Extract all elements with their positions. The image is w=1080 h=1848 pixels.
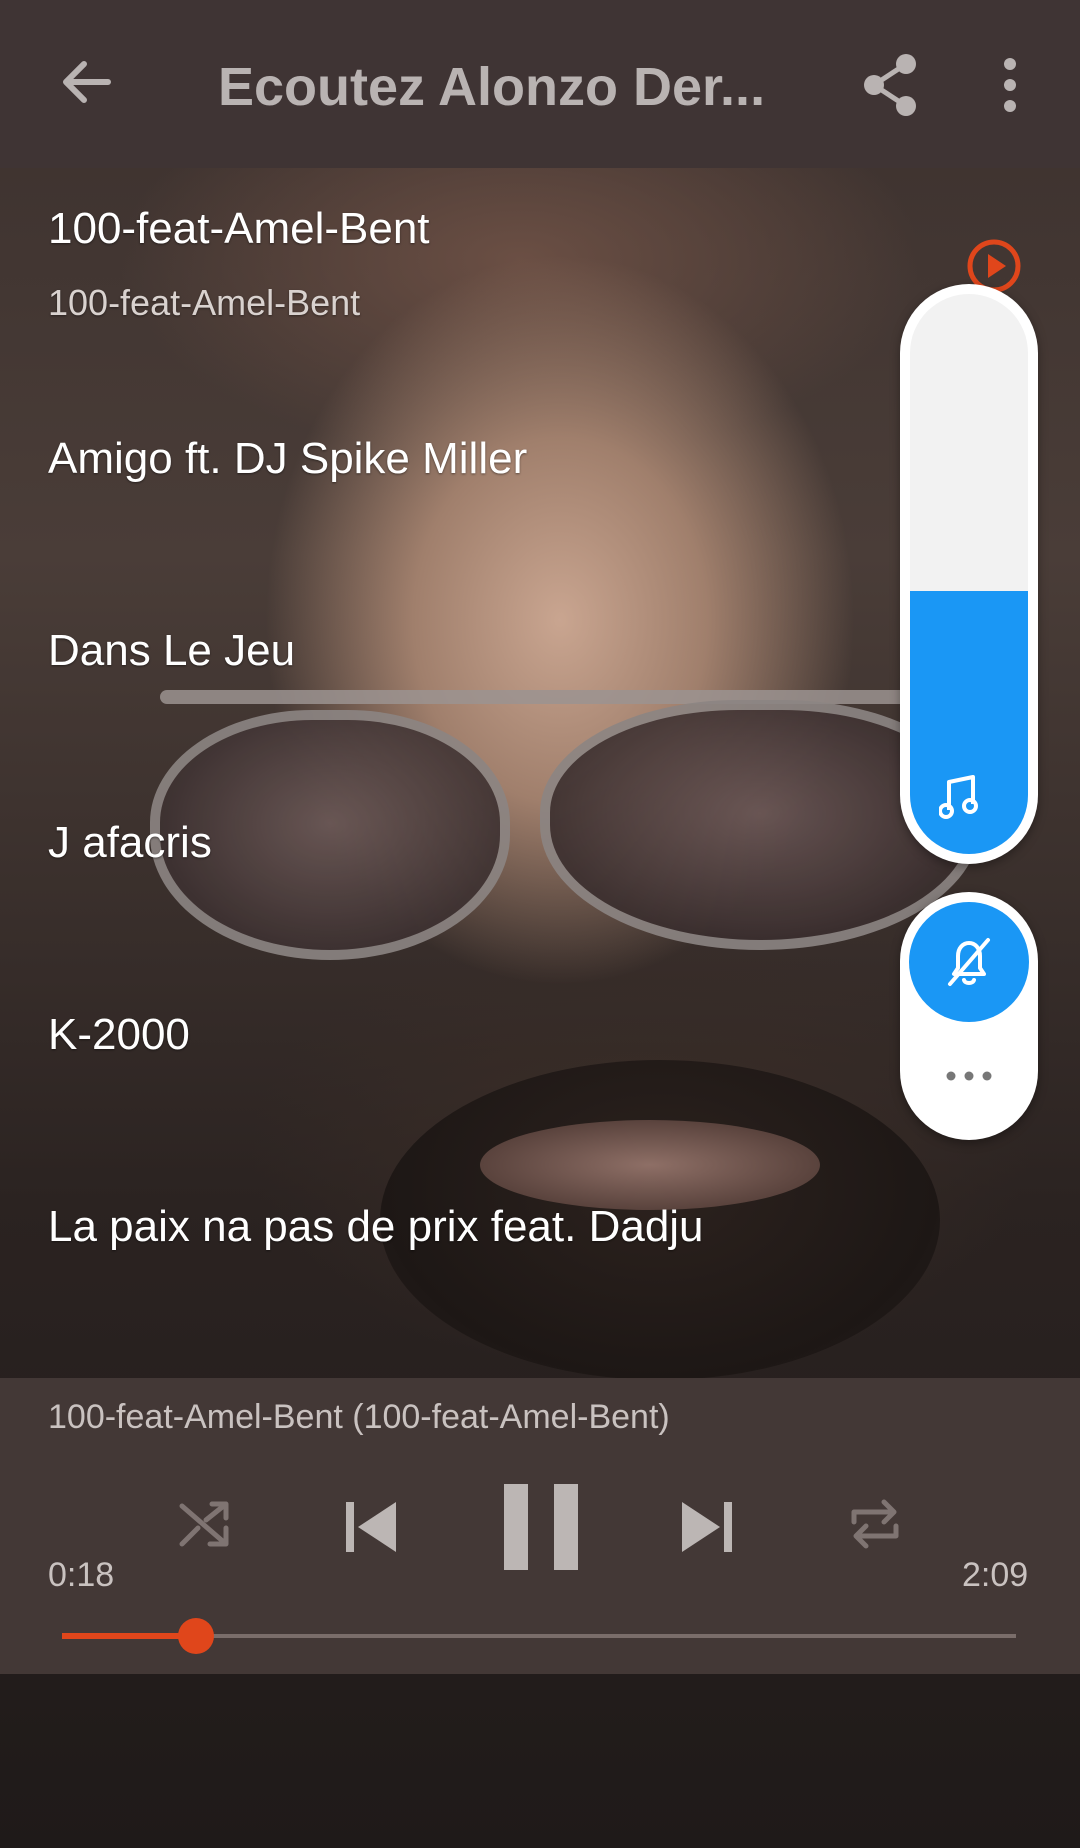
share-icon bbox=[864, 54, 916, 116]
total-time: 2:09 bbox=[962, 1556, 1029, 1594]
page-title: Ecoutez Alonzo Der... bbox=[218, 57, 766, 117]
seek-progress bbox=[62, 1633, 196, 1639]
shuffle-icon bbox=[179, 1501, 229, 1547]
shuffle-button[interactable] bbox=[176, 1496, 232, 1552]
track-item-title[interactable]: J afacris bbox=[48, 818, 212, 868]
track-item-title[interactable]: 100-feat-Amel-Bent bbox=[48, 204, 430, 254]
back-button[interactable] bbox=[56, 52, 116, 112]
player-bar: 100-feat-Amel-Bent (100-feat-Amel-Bent) … bbox=[0, 1378, 1080, 1674]
more-options-button[interactable] bbox=[990, 50, 1030, 120]
sound-mode-panel bbox=[900, 892, 1038, 1140]
seek-thumb[interactable] bbox=[178, 1618, 214, 1654]
track-item-title[interactable]: Dans Le Jeu bbox=[48, 626, 295, 676]
mute-toggle-button[interactable] bbox=[909, 902, 1029, 1022]
pause-icon bbox=[504, 1484, 578, 1570]
skip-previous-icon bbox=[346, 1502, 396, 1552]
volume-track[interactable] bbox=[910, 294, 1028, 854]
app-bar: Ecoutez Alonzo Der... bbox=[0, 0, 1080, 168]
bell-off-icon bbox=[948, 938, 990, 986]
more-horiz-icon[interactable] bbox=[945, 1070, 993, 1082]
arrow-left-icon bbox=[63, 61, 111, 103]
track-item-title[interactable]: K-2000 bbox=[48, 1010, 190, 1060]
next-button[interactable] bbox=[676, 1496, 738, 1558]
track-item-title[interactable]: La paix na pas de prix feat. Dadju bbox=[48, 1202, 704, 1252]
current-time: 0:18 bbox=[48, 1556, 115, 1594]
track-item-subtitle: 100-feat-Amel-Bent bbox=[48, 282, 361, 323]
pause-button[interactable] bbox=[502, 1482, 582, 1572]
music-note-icon bbox=[939, 775, 978, 819]
repeat-icon bbox=[851, 1499, 899, 1549]
more-vert-icon bbox=[1004, 58, 1016, 112]
volume-slider[interactable] bbox=[900, 284, 1038, 864]
repeat-button[interactable] bbox=[846, 1494, 904, 1554]
previous-button[interactable] bbox=[340, 1496, 402, 1558]
share-button[interactable] bbox=[860, 50, 920, 120]
track-item-title[interactable]: Amigo ft. DJ Spike Miller bbox=[48, 434, 527, 484]
now-playing-label: 100-feat-Amel-Bent (100-feat-Amel-Bent) bbox=[48, 1398, 670, 1436]
skip-next-icon bbox=[682, 1502, 732, 1552]
